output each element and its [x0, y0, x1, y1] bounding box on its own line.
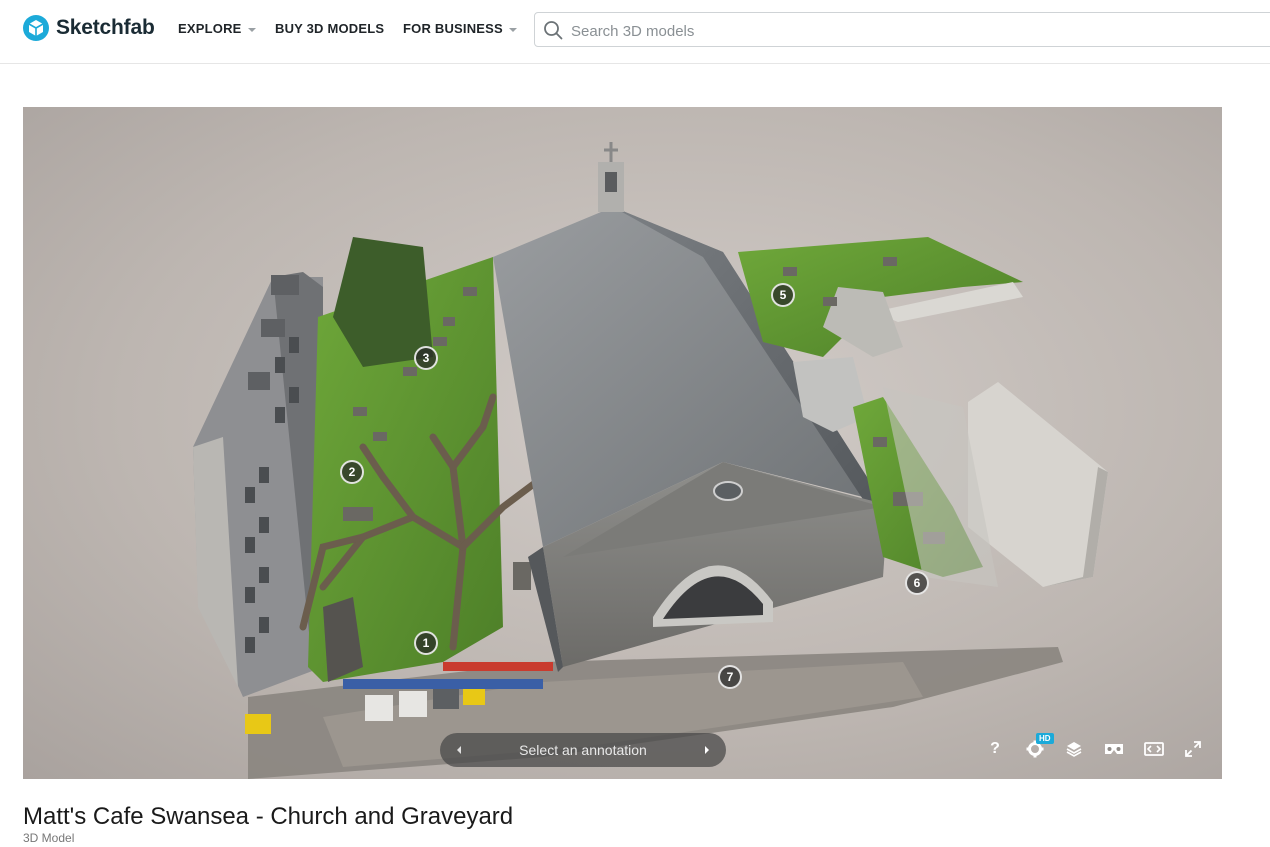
hd-badge: HD	[1036, 733, 1054, 744]
vr-icon	[1105, 744, 1123, 754]
sketchfab-cube-icon	[23, 15, 49, 41]
model-viewer[interactable]: 1 2 3 5 6 7 Select an annotation ? HD	[23, 107, 1222, 779]
fullscreen-button[interactable]	[1179, 737, 1207, 761]
annotation-marker-1[interactable]: 1	[414, 631, 438, 655]
chevron-down-icon	[247, 27, 256, 32]
model-render[interactable]	[23, 107, 1222, 779]
search-input[interactable]	[569, 18, 1173, 44]
search-icon	[544, 21, 563, 40]
help-icon: ?	[990, 740, 1000, 757]
annotation-marker-2[interactable]: 2	[340, 460, 364, 484]
nav-business-label: FOR BUSINESS	[403, 21, 503, 36]
annotation-marker-6[interactable]: 6	[905, 571, 929, 595]
help-button[interactable]: ?	[981, 737, 1009, 761]
chevron-right-icon	[705, 746, 709, 754]
fullscreen-icon	[1185, 741, 1201, 757]
nav-explore-label: EXPLORE	[178, 21, 242, 36]
model-title: Matt's Cafe Swansea - Church and Graveya…	[23, 803, 514, 830]
annotation-marker-5[interactable]: 5	[771, 283, 795, 307]
annotation-selector: Select an annotation	[440, 733, 726, 767]
layers-icon	[1066, 742, 1082, 757]
brand-name: Sketchfab	[56, 16, 155, 39]
nav-for-business[interactable]: FOR BUSINESS	[403, 21, 517, 36]
embed-button[interactable]	[1140, 737, 1168, 761]
model-type-label: 3D Model	[23, 831, 75, 845]
nav-buy-3d-models[interactable]: BUY 3D MODELS	[275, 21, 384, 36]
layers-button[interactable]	[1060, 737, 1088, 761]
nav-explore[interactable]: EXPLORE	[178, 21, 256, 36]
top-header: Sketchfab EXPLORE BUY 3D MODELS FOR BUSI…	[0, 0, 1270, 64]
sketchfab-logo[interactable]: Sketchfab	[23, 15, 155, 41]
next-annotation-button[interactable]	[690, 733, 724, 767]
chevron-down-icon	[508, 27, 517, 32]
annotation-selector-label: Select an annotation	[519, 742, 647, 758]
embed-icon	[1144, 742, 1164, 756]
nav-buy-label: BUY 3D MODELS	[275, 21, 385, 36]
annotation-marker-3[interactable]: 3	[414, 346, 438, 370]
annotation-marker-7[interactable]: 7	[718, 665, 742, 689]
vr-button[interactable]	[1100, 737, 1128, 761]
search-box[interactable]	[534, 12, 1270, 47]
